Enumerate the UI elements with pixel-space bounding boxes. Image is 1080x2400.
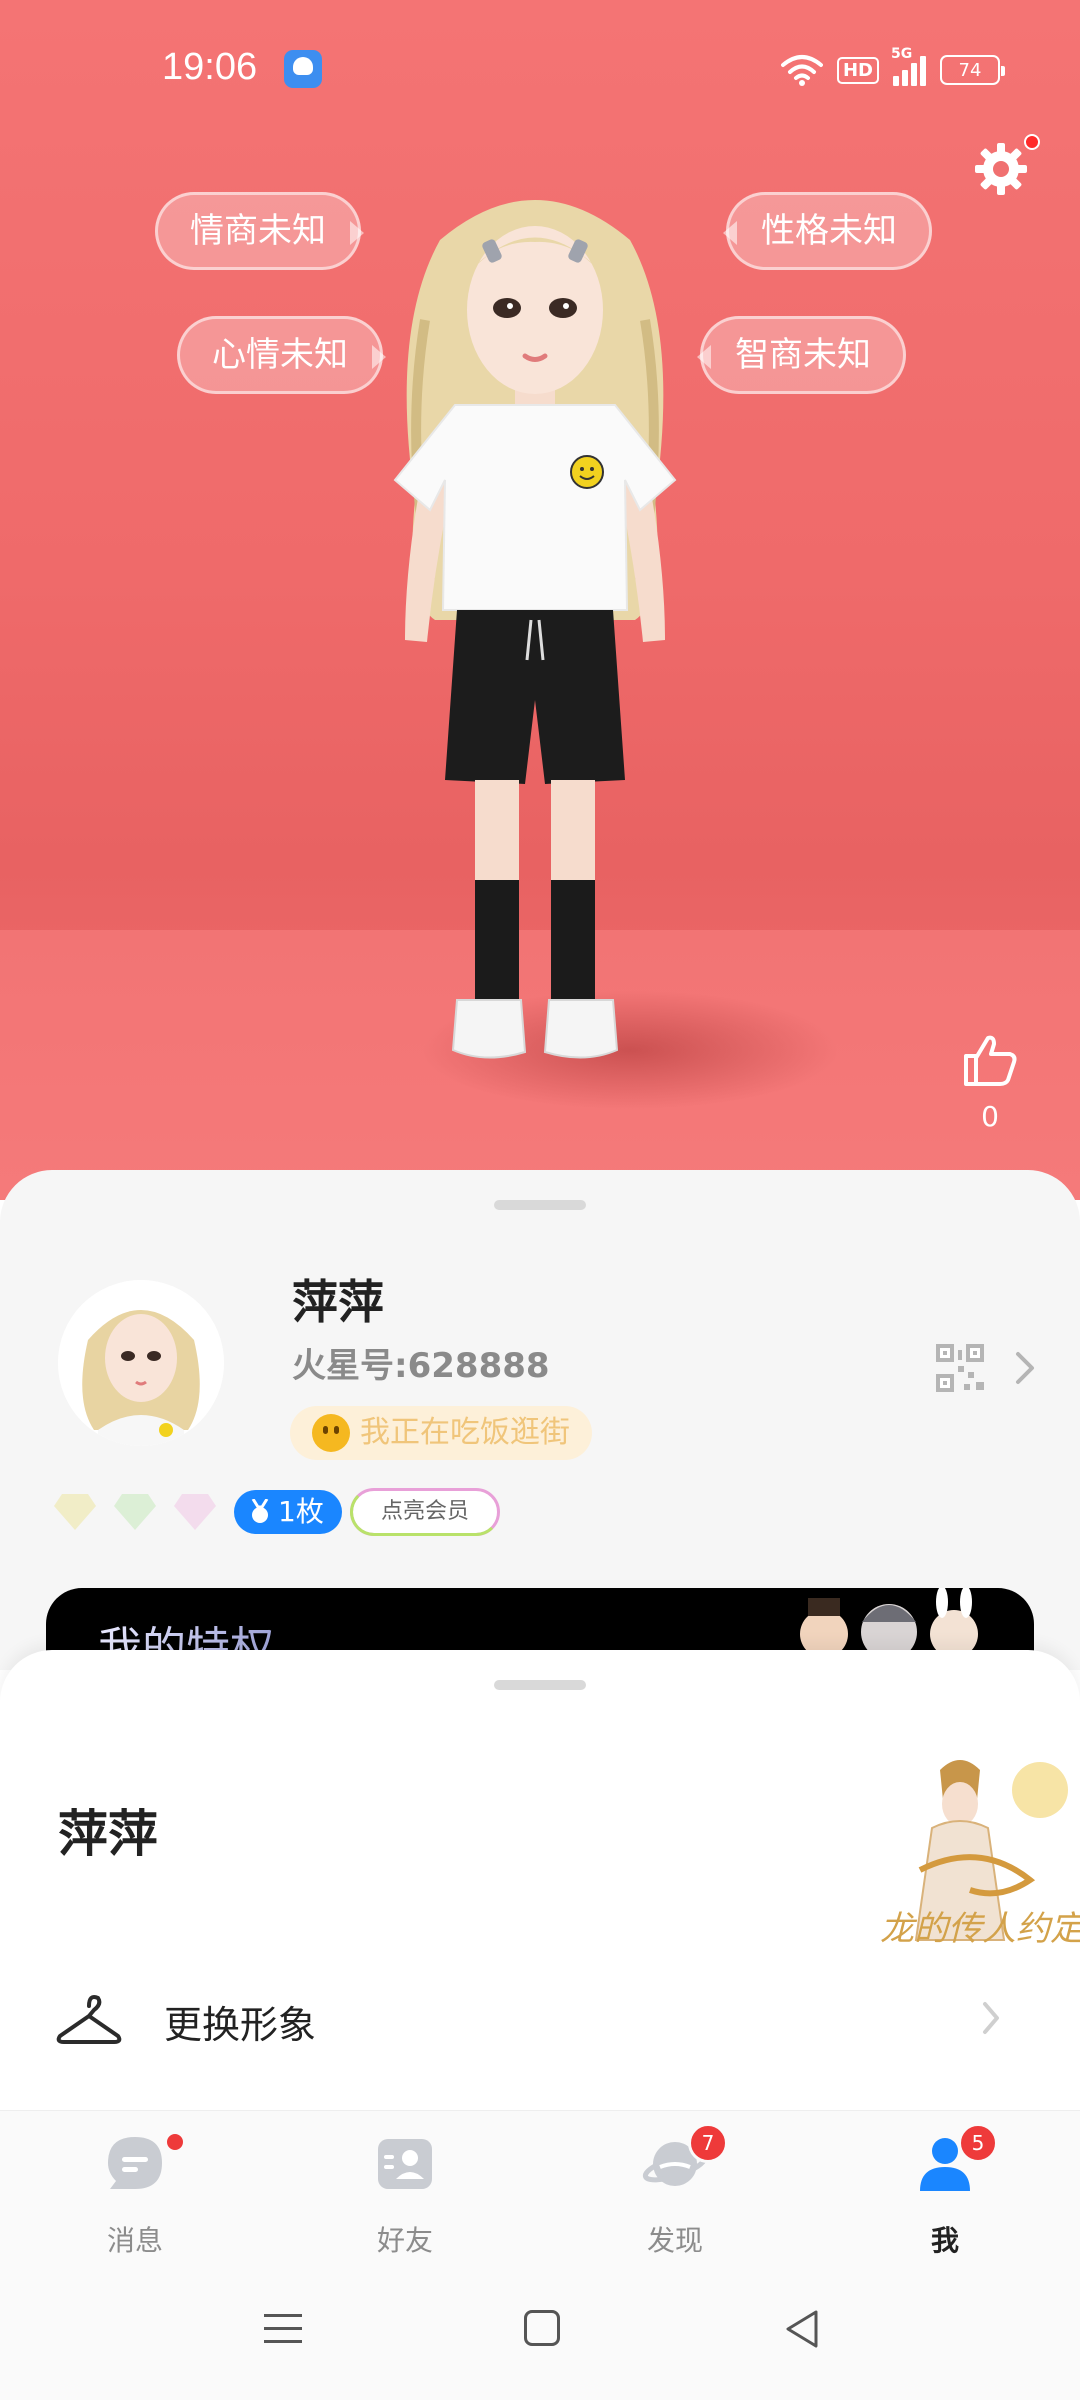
profile-card: 萍萍 火星号:628888 我正在吃饭逛街 1枚 点亮会员 我的特权	[0, 1170, 1080, 1708]
change-look-label: 更换形象	[164, 2003, 317, 2047]
app-notification-icon	[284, 50, 322, 88]
status-bar: 19:06 HD 5G 74	[0, 0, 1080, 140]
network-type: 5G	[891, 46, 913, 62]
recent-apps-icon[interactable]	[262, 2310, 304, 2348]
change-look-row[interactable]: 更换形象	[0, 1966, 1080, 2074]
back-icon[interactable]	[782, 2308, 820, 2350]
medal-icon	[251, 1499, 269, 1523]
sheet-name: 萍萍	[58, 1805, 158, 1863]
tab-label: 我	[930, 2224, 959, 2257]
chevron-right-icon	[983, 2002, 999, 2034]
status-pill[interactable]: 我正在吃饭逛街	[290, 1406, 592, 1460]
gem-icon	[54, 1494, 96, 1530]
battery-icon: 74	[940, 55, 1005, 85]
discover-badge: 7	[688, 2123, 728, 2163]
friends-icon	[378, 2139, 432, 2189]
qr-code-icon[interactable]	[934, 1342, 986, 1394]
tab-messages[interactable]: 消息	[60, 2131, 210, 2261]
hanger-icon	[56, 1995, 122, 2044]
system-nav-bar	[0, 2260, 1080, 2400]
thumbs-up-icon[interactable]	[960, 1030, 1020, 1090]
level-gems[interactable]	[52, 1490, 218, 1532]
me-badge: 5	[958, 2123, 998, 2163]
bottom-tab-bar: 消息 好友 7 发现 5 我	[0, 2110, 1080, 2260]
medal-count-pill[interactable]: 1枚	[234, 1490, 342, 1534]
message-icon	[108, 2137, 162, 2189]
promo-text: 龙的传人约定	[880, 1911, 1080, 1948]
status-text: 我正在吃饭逛街	[360, 1415, 570, 1450]
avatar-3d-figure[interactable]	[335, 180, 735, 1100]
tab-friends[interactable]: 好友	[330, 2131, 480, 2261]
tab-label: 好友	[376, 2224, 433, 2257]
gem-icon	[114, 1494, 156, 1530]
tab-label: 发现	[646, 2224, 703, 2257]
promo-character-art[interactable]: 龙的传人约定	[880, 1750, 1080, 1960]
trait-bubble-personality[interactable]: 性格未知	[723, 192, 932, 270]
hd-badge: HD	[836, 56, 879, 84]
tab-label: 消息	[106, 2224, 163, 2257]
signal-icon: 5G	[891, 46, 926, 86]
like-count: 0	[981, 1100, 999, 1133]
status-emoji-icon	[312, 1414, 350, 1452]
status-indicators: HD 5G 74	[780, 46, 1005, 90]
wifi-icon	[780, 55, 823, 86]
bottom-sheet: 萍萍 龙的传人约定 更换形象	[0, 1650, 1080, 2110]
status-time: 19:06	[162, 46, 258, 88]
sheet-drag-handle[interactable]	[494, 1680, 586, 1690]
gem-icon	[174, 1494, 216, 1530]
profile-name: 萍萍	[292, 1275, 384, 1329]
tab-discover[interactable]: 7 发现	[600, 2123, 750, 2261]
battery-level: 74	[958, 59, 982, 81]
settings-gear-icon[interactable]	[972, 140, 1030, 198]
home-icon[interactable]	[524, 2310, 560, 2346]
settings-notification-dot	[1024, 134, 1040, 150]
messages-unread-dot	[164, 2131, 186, 2153]
chevron-right-icon[interactable]	[1012, 1350, 1038, 1386]
trait-bubble-eq[interactable]: 情商未知	[155, 192, 364, 270]
tab-me[interactable]: 5 我	[870, 2123, 1020, 2261]
avatar-hero: 19:06 HD 5G 74 情商未知 心情未知 性格未知 智商未知 0	[0, 0, 1080, 1200]
profile-id: 火星号:628888	[292, 1346, 550, 1386]
medal-count: 1枚	[278, 1495, 324, 1528]
drag-handle[interactable]	[494, 1200, 586, 1210]
profile-avatar[interactable]	[58, 1280, 224, 1446]
activate-vip-button[interactable]: 点亮会员	[350, 1488, 501, 1536]
